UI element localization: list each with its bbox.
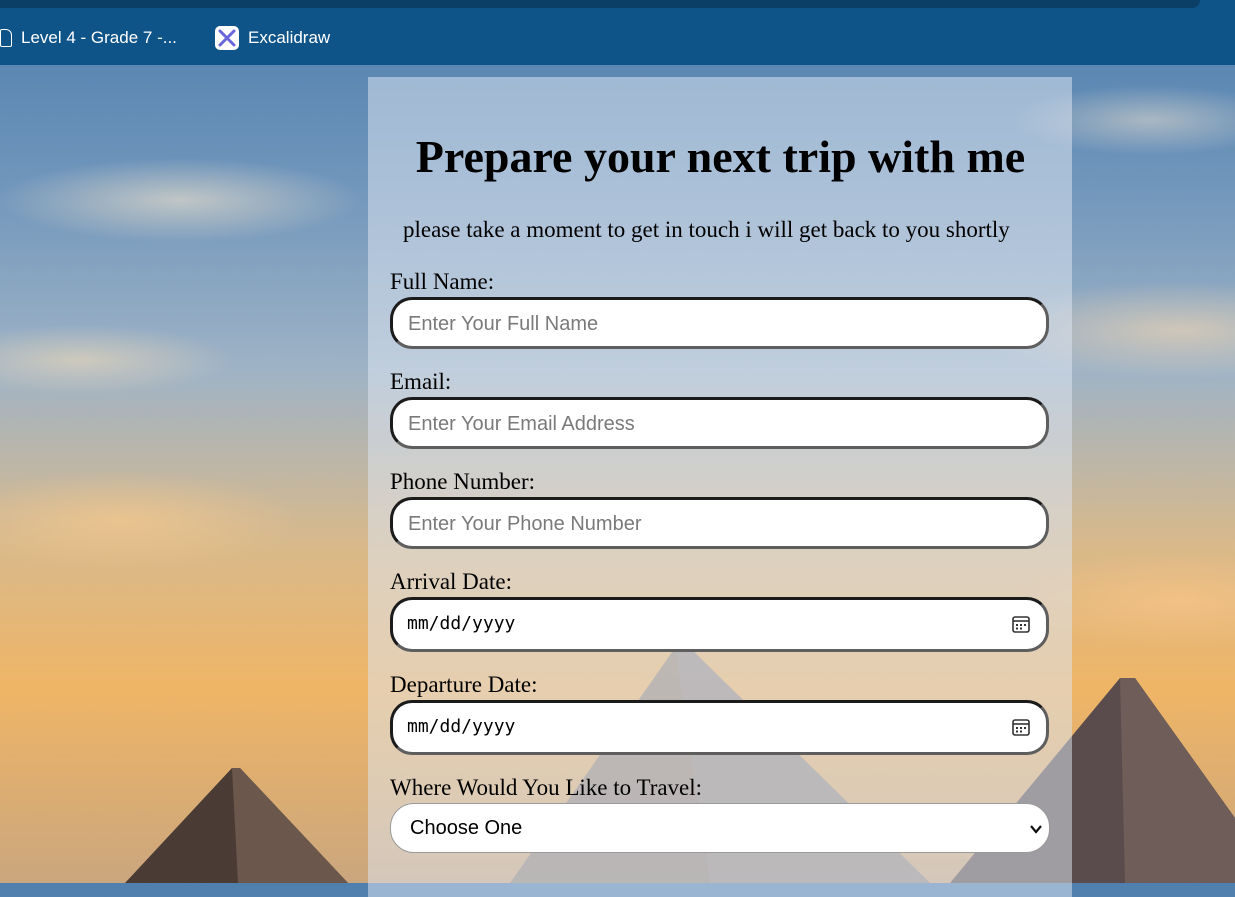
destination-label: Where Would You Like to Travel: [390, 775, 703, 800]
destination-select[interactable]: Choose One [390, 803, 1050, 853]
calendar-icon[interactable] [1011, 717, 1031, 737]
full-name-field[interactable] [390, 297, 1049, 349]
email-label: Email: [390, 369, 452, 394]
page-icon [0, 29, 12, 47]
bookmark-label: Excalidraw [248, 28, 331, 47]
full-name-label: Full Name: [390, 269, 495, 294]
calendar-icon[interactable] [1011, 614, 1031, 634]
page-subtitle: please take a moment to get in touch i w… [403, 217, 1010, 242]
destination-selected-value: Choose One [410, 817, 523, 839]
excalidraw-icon [215, 26, 239, 50]
bookmark-label: Level 4 - Grade 7 -... [21, 28, 177, 47]
page-title: Prepare your next trip with me [415, 131, 1026, 182]
email-field[interactable] [390, 397, 1049, 449]
arrival-date-value[interactable]: mm/dd/yyyy [407, 613, 515, 634]
full-name-input[interactable] [406, 300, 1030, 348]
bookmarks-bar: Level 4 - Grade 7 -... Excalidraw [0, 0, 1235, 65]
phone-label: Phone Number: [390, 469, 536, 494]
phone-field[interactable] [390, 497, 1049, 549]
bookmark-level4[interactable]: Level 4 - Grade 7 -... [0, 26, 177, 50]
arrival-date-label: Arrival Date: [390, 569, 512, 594]
bookmark-excalidraw[interactable]: Excalidraw [215, 26, 330, 50]
pyramid-left [125, 768, 348, 883]
arrival-date-field[interactable]: mm/dd/yyyy [390, 597, 1049, 652]
phone-input[interactable] [406, 500, 1030, 548]
chevron-down-icon [1030, 825, 1042, 834]
email-input[interactable] [406, 400, 1030, 448]
departure-date-field[interactable]: mm/dd/yyyy [390, 700, 1049, 755]
departure-date-value[interactable]: mm/dd/yyyy [407, 716, 515, 737]
tab-strip [0, 0, 1200, 8]
departure-date-label: Departure Date: [390, 672, 538, 697]
